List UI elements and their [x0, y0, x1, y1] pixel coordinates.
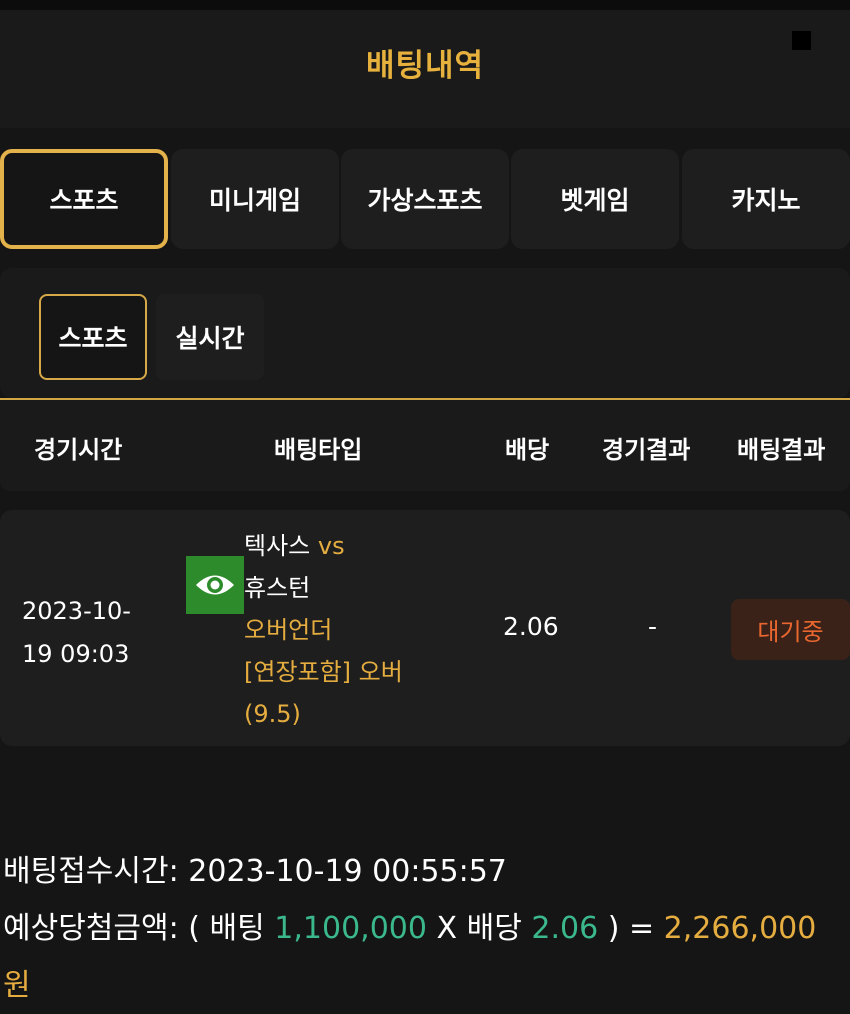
- subtab-sports[interactable]: 스포츠: [39, 294, 147, 380]
- bet-amount: 1,100,000: [274, 911, 427, 946]
- payout-amount: 2,266,000: [663, 911, 817, 946]
- expected-label: 예상당첨금액:: [3, 911, 179, 946]
- accept-time-value: 2023-10-19 00:55:57: [188, 854, 507, 889]
- bet-type: 텍사스 vs 휴스턴 오버언더 [연장포함] 오버 (9.5): [244, 525, 444, 735]
- header-odds: 배당: [505, 436, 550, 464]
- tab-minigame[interactable]: 미니게임: [171, 149, 339, 249]
- header-bet-type: 배팅타입: [274, 436, 363, 464]
- match-result: -: [648, 612, 658, 641]
- odds-value: 2.06: [503, 612, 559, 641]
- currency-unit: 원: [3, 968, 31, 1003]
- tab-casino[interactable]: 카지노: [682, 149, 850, 249]
- home-team: 텍사스: [244, 532, 311, 560]
- odds-label: 배당: [466, 911, 522, 946]
- menu-square-icon[interactable]: [792, 31, 811, 50]
- tab-betgame[interactable]: 벳게임: [511, 149, 679, 249]
- market-name: 오버언더: [244, 616, 333, 644]
- odds-amount: 2.06: [531, 911, 599, 946]
- header-match-time: 경기시간: [34, 436, 123, 464]
- subtab-live[interactable]: 실시간: [156, 294, 264, 380]
- match-time-date: 2023-10-: [22, 597, 131, 625]
- times-sign: X: [436, 911, 458, 946]
- page-title: 배팅내역: [365, 48, 485, 84]
- open-paren: (: [188, 911, 200, 946]
- status-badge: 대기중: [731, 599, 850, 660]
- header-bet-result: 배팅결과: [737, 436, 826, 464]
- bet-label: 배팅: [209, 911, 265, 946]
- bet-summary: 배팅접수시간: 2023-10-19 00:55:57 예상당첨금액: ( 배팅…: [3, 843, 848, 1014]
- tab-sports[interactable]: 스포츠: [0, 149, 168, 249]
- away-team: 휴스턴: [244, 574, 311, 602]
- expected-payout-line: 예상당첨금액: ( 배팅 1,100,000 X 배당 2.06 ) = 2,2…: [3, 900, 848, 1014]
- tab-virtual-sports[interactable]: 가상스포츠: [341, 149, 509, 249]
- status-bar: [0, 0, 850, 10]
- close-equals: ) =: [607, 911, 655, 946]
- accept-time-label: 배팅접수시간:: [3, 854, 179, 889]
- pick-line: (9.5): [244, 700, 301, 728]
- eye-icon[interactable]: [186, 556, 244, 614]
- header-match-result: 경기결과: [602, 436, 691, 464]
- match-time-clock: 19 09:03: [22, 640, 130, 668]
- accept-time-line: 배팅접수시간: 2023-10-19 00:55:57: [3, 843, 848, 900]
- vs-label: vs: [317, 532, 345, 560]
- pick-detail: [연장포함] 오버: [244, 658, 403, 686]
- category-tabs: 스포츠 미니게임 가상스포츠 벳게임 카지노: [0, 149, 850, 249]
- table-header: [0, 400, 850, 491]
- match-time: 2023-10- 19 09:03: [22, 590, 157, 676]
